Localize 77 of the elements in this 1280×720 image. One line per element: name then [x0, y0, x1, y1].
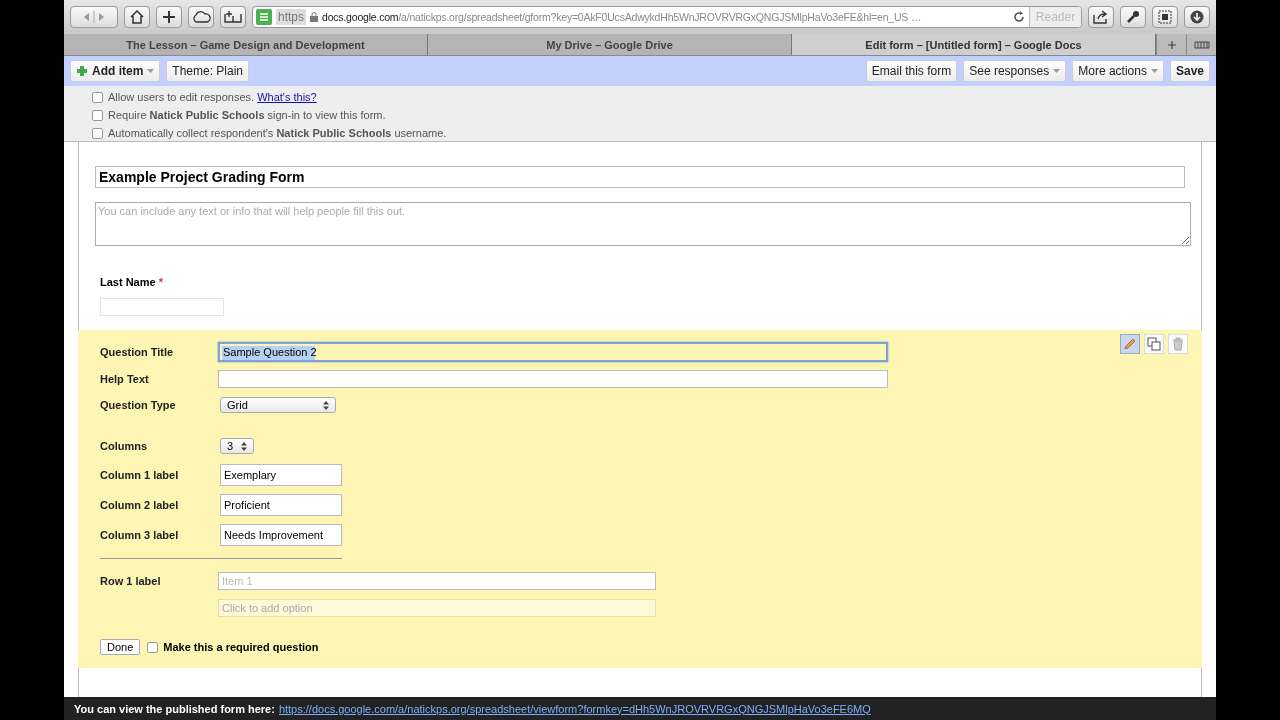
setting-label: Require Natick Public Schools sign-in to view this form.	[108, 109, 386, 121]
done-button[interactable]: Done	[100, 639, 141, 655]
description-field[interactable]: You can include any text or info that will help people fill this out.	[95, 202, 1191, 246]
plus-icon	[1166, 39, 1177, 50]
whats-this-link[interactable]: What's this?	[257, 91, 317, 103]
pencil-icon	[1123, 337, 1137, 351]
dropdown[interactable]: Grid	[220, 397, 336, 413]
back-forward-buttons[interactable]	[70, 6, 118, 28]
url-scheme: https	[276, 9, 306, 25]
bookmark-add-button[interactable]	[220, 6, 246, 28]
toolbar-button[interactable]: More actions	[1072, 60, 1164, 82]
spreadsheet-icon	[256, 9, 272, 25]
url-text: docs.google.com/a/natickps.org/spreadsheet/gform?key=0AkF0UcsAdwykdHh5WnJROVRVRGxQNGJSMlpHaVo3eFE&hl=en_US …	[322, 11, 923, 23]
plus-icon	[76, 65, 88, 77]
updown-icon	[241, 441, 247, 451]
home-button[interactable]	[124, 6, 150, 28]
checkbox[interactable]	[92, 91, 103, 103]
setting-label: Automatically collect respondent's Natick Public Schools username.	[108, 127, 447, 139]
checkbox[interactable]	[92, 109, 103, 121]
updown-icon	[323, 400, 329, 410]
text-field[interactable]	[218, 369, 888, 388]
text-field[interactable]: Proficient	[220, 494, 342, 516]
caret-icon	[1150, 69, 1158, 73]
text-field[interactable]: Needs Improvement	[220, 524, 342, 546]
home-icon	[129, 10, 145, 24]
field-label: Column 1 label	[100, 469, 180, 481]
reload-icon[interactable]	[1013, 11, 1025, 23]
status-text: You can view the published form here:	[74, 702, 275, 715]
duplicate-button[interactable]	[1144, 334, 1164, 354]
plus-icon	[162, 10, 176, 24]
checkbox[interactable]	[147, 641, 159, 653]
field-label: Question Type	[100, 399, 177, 411]
field-label: Question Title	[100, 345, 175, 358]
toolbar-button[interactable]: See responses	[963, 60, 1067, 82]
book-plus-icon	[224, 10, 242, 24]
trash-icon	[1172, 337, 1184, 351]
share-button[interactable]	[1088, 6, 1114, 28]
lock-icon	[310, 12, 318, 22]
copy-icon	[1147, 337, 1161, 351]
field-label: Column 3 label	[100, 529, 180, 541]
published-form-link[interactable]: https://docs.google.com/a/natickps.org/spreadsheet/viewform?formkey=dHh5WnJROVRVRGxQNGJSMlpHaVo3eFE6MQ	[278, 702, 871, 715]
tab-overview-button[interactable]	[1186, 34, 1216, 55]
text-field[interactable]: Exemplary	[220, 464, 342, 486]
caret-icon	[1053, 69, 1061, 73]
wrench-button[interactable]	[1120, 6, 1146, 28]
download-icon	[1190, 10, 1204, 24]
toolbar-button[interactable]: Save	[1169, 60, 1210, 82]
answer-field[interactable]	[100, 298, 224, 316]
field-label: Columns	[100, 440, 149, 452]
setting-label: Allow users to edit responses.	[108, 91, 255, 103]
question-label: Last Name	[100, 276, 156, 288]
grid-icon	[1193, 40, 1210, 49]
browser-tab[interactable]: My Drive – Google Drive	[428, 34, 792, 55]
field-label: Row 1 label	[100, 574, 162, 587]
required-label: Make this a required question	[163, 641, 319, 653]
browser-tab[interactable]: Edit form – [Untitled form] – Google Docs	[792, 34, 1156, 55]
share-icon	[1093, 10, 1109, 24]
download-button[interactable]	[1184, 6, 1210, 28]
text-field[interactable]: Sample Question 2	[218, 341, 888, 362]
option-field[interactable]: Item 1	[218, 571, 656, 590]
delete-button[interactable]	[1168, 334, 1188, 354]
required-mark: *	[158, 276, 163, 288]
toolbar-button[interactable]: Theme: Plain	[166, 60, 250, 82]
field-label: Help Text	[100, 372, 150, 385]
toolbar-button[interactable]: Add item	[70, 60, 161, 82]
field-label: Column 2 label	[100, 499, 180, 511]
clip-button[interactable]	[1152, 6, 1178, 28]
cloud-icon	[191, 10, 211, 24]
toolbar-button[interactable]: Email this form	[865, 60, 958, 82]
dropdown[interactable]: 3	[220, 438, 254, 454]
checkbox[interactable]	[92, 127, 103, 139]
cloud-button[interactable]	[188, 6, 214, 28]
edit-button[interactable]	[1120, 334, 1140, 354]
browser-tab[interactable]: The Lesson – Game Design and Development	[64, 34, 428, 55]
new-tab-button[interactable]	[156, 6, 182, 28]
form-title-field[interactable]: Example Project Grading Form	[95, 166, 1185, 188]
caret-icon	[147, 69, 155, 73]
